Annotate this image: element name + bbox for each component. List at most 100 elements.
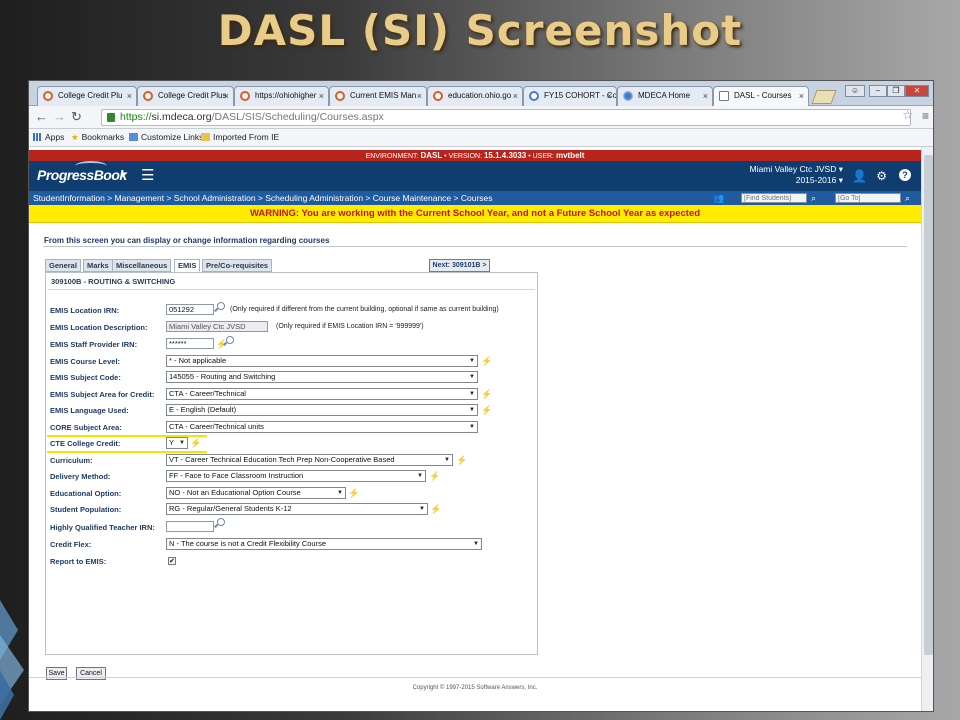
close-icon[interactable]: × <box>799 87 804 105</box>
browser-tab[interactable]: MDECA Home × <box>617 86 713 106</box>
lightning-icon[interactable]: ⚡ <box>481 405 492 415</box>
browser-tab[interactable]: Current EMIS Man × <box>329 86 427 106</box>
save-button[interactable]: Save <box>46 667 67 680</box>
cte-college-credit-select[interactable]: Y ▼ <box>166 437 188 449</box>
new-tab-button[interactable] <box>811 90 837 104</box>
lightning-icon[interactable]: ⚡ <box>348 488 359 498</box>
lightning-icon[interactable]: ⚡ <box>481 356 492 366</box>
subject-code-select[interactable]: 145055 - Routing and Switching ▼ <box>166 371 478 383</box>
reload-icon[interactable]: ↻ <box>71 110 82 124</box>
credit-flex-select[interactable]: N - The course is not a Credit Flexibili… <box>166 538 482 550</box>
search-icon[interactable]: ⌕ <box>905 191 910 205</box>
browser-tab[interactable]: education.ohio.go × <box>427 86 523 106</box>
cancel-button[interactable]: Cancel <box>76 667 106 680</box>
profile-icon[interactable]: ☺ <box>845 85 865 97</box>
close-icon[interactable]: × <box>319 87 324 105</box>
bookmark-star-icon[interactable]: ☆ <box>902 108 913 122</box>
district-selector[interactable]: Miami Valley Ctc JVSD ▾ 2015-2016 ▾ <box>750 164 843 186</box>
chevron-down-icon: ▼ <box>469 374 475 380</box>
bookmark-imported[interactable]: Imported From IE <box>201 129 279 146</box>
field-label: CTE College Credit: <box>50 439 121 448</box>
language-select[interactable]: E - English (Default) ▼ <box>166 404 478 416</box>
chevron-down-icon: ▼ <box>469 358 475 364</box>
opera-icon <box>240 91 250 101</box>
menu-icon[interactable]: ≡ <box>922 109 929 123</box>
url-input[interactable]: https://si.mdeca.org/DASL/SIS/Scheduling… <box>101 109 911 126</box>
scrollbar-thumb[interactable] <box>924 155 933 655</box>
goto-input[interactable] <box>835 193 901 203</box>
tab-general[interactable]: General <box>45 259 81 272</box>
folder-icon <box>201 133 210 141</box>
tab-pre-co-requisites[interactable]: Pre/Co-requisites <box>202 259 273 272</box>
browser-window: College Credit Plu × College Credit Plus ×… <box>28 80 934 712</box>
tab-marks[interactable]: Marks <box>83 259 113 272</box>
close-icon[interactable]: × <box>224 87 229 105</box>
tab-strip: College Credit Plu × College Credit Plus ×… <box>29 81 933 106</box>
next-course-button[interactable]: Next: 309101B > <box>429 259 490 272</box>
lightning-icon[interactable]: ⚡ <box>430 504 441 514</box>
location-irn-input[interactable]: 051292 <box>166 304 214 315</box>
lightning-icon[interactable]: ⚡ <box>481 389 492 399</box>
lightning-icon[interactable]: ⚡ <box>429 471 440 481</box>
chevron-down-icon: ▼ <box>444 457 450 463</box>
subject-area-select[interactable]: CTA - Career/Technical ▼ <box>166 388 478 400</box>
lookup-icon[interactable] <box>226 336 234 344</box>
educational-option-select[interactable]: NO - Not an Educational Option Course ▼ <box>166 487 346 499</box>
progressbook-logo[interactable]: ProgressBook <box>37 161 127 183</box>
close-icon[interactable]: × <box>607 87 612 105</box>
browser-tab-active[interactable]: DASL - Courses × <box>713 86 809 106</box>
curriculum-select[interactable]: VT - Career Technical Education Tech Pre… <box>166 454 453 466</box>
bookmark-apps[interactable]: Apps <box>33 129 64 146</box>
decorative-chevrons <box>0 600 24 720</box>
gear-icon[interactable]: ⚙ <box>876 169 887 183</box>
student-population-select[interactable]: RG - Regular/General Students K-12 ▼ <box>166 503 428 515</box>
close-icon[interactable]: × <box>513 87 518 105</box>
lightning-icon[interactable]: ⚡ <box>456 455 467 465</box>
emis-form-panel: 309100B - ROUTING & SWITCHING EMIS Locat… <box>45 272 538 655</box>
bookmark-bookmarks[interactable]: ★ Bookmarks <box>71 129 124 146</box>
close-icon[interactable]: × <box>417 87 422 105</box>
divider <box>48 289 535 290</box>
tab-miscellaneous[interactable]: Miscellaneous <box>112 259 172 272</box>
browser-tab[interactable]: https://ohiohigher × <box>234 86 329 106</box>
tab-emis[interactable]: EMIS <box>174 259 201 272</box>
field-label: EMIS Location Description: <box>50 323 148 332</box>
lookup-icon[interactable] <box>217 518 225 526</box>
delivery-method-select[interactable]: FF - Face to Face Classroom Instruction ▼ <box>166 470 426 482</box>
restore-icon[interactable]: ❐ <box>887 85 905 97</box>
close-icon[interactable]: × <box>703 87 708 105</box>
field-label: CORE Subject Area: <box>50 423 122 432</box>
browser-tab[interactable]: College Credit Plu × <box>37 86 137 106</box>
students-icon[interactable]: 👥 <box>713 191 724 205</box>
field-label: Curriculum: <box>50 456 93 465</box>
close-icon[interactable]: × <box>127 87 132 105</box>
star-icon: ★ <box>71 132 79 142</box>
chevron-down-icon[interactable]: ▾ <box>121 169 126 180</box>
lock-icon <box>107 113 115 122</box>
minimize-icon[interactable]: – <box>869 85 887 97</box>
opera-icon <box>143 91 153 101</box>
back-icon[interactable]: ← <box>35 110 48 124</box>
forward-icon[interactable]: → <box>53 110 66 124</box>
hq-teacher-irn-input[interactable] <box>166 521 214 532</box>
hamburger-menu-icon[interactable]: ☰ <box>141 166 154 184</box>
user-icon[interactable]: 👤 <box>852 169 867 183</box>
report-to-emis-checkbox[interactable]: ✔ <box>168 557 176 565</box>
window-close-icon[interactable]: ✕ <box>905 85 929 97</box>
help-icon[interactable]: ? <box>899 169 911 181</box>
lookup-icon[interactable] <box>217 302 225 310</box>
browser-tab[interactable]: College Credit Plus × <box>137 86 234 106</box>
copyright: Copyright © 1997-2015 Software Answers, … <box>412 685 538 691</box>
scrollbar[interactable] <box>921 147 933 711</box>
find-students-input[interactable] <box>741 193 807 203</box>
core-subject-select[interactable]: CTA - Career/Technical units ▼ <box>166 421 478 433</box>
mdeca-icon <box>623 91 633 101</box>
course-level-select[interactable]: * - Not applicable ▼ <box>166 355 478 367</box>
browser-tab[interactable]: FY15 COHORT - Co × <box>523 86 617 106</box>
lightning-icon[interactable]: ⚡ <box>190 438 201 448</box>
staff-provider-irn-input[interactable]: ****** <box>166 338 214 349</box>
field-label: EMIS Language Used: <box>50 406 129 415</box>
bookmark-customize-links[interactable]: Customize Links <box>129 129 203 146</box>
search-icon[interactable]: ⌕ <box>811 191 816 205</box>
opera-icon <box>433 91 443 101</box>
